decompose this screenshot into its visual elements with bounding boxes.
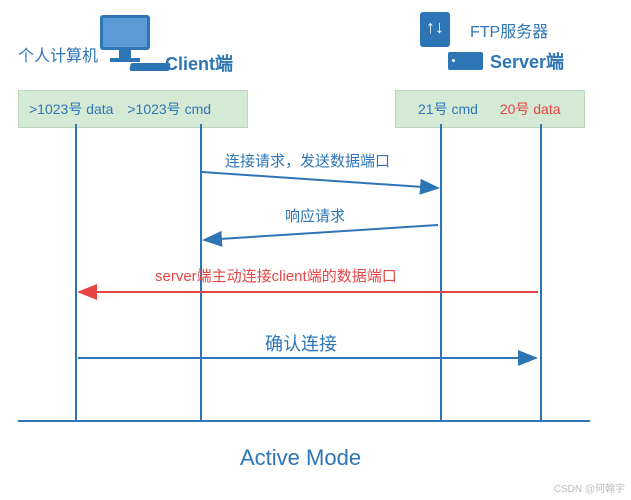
diagram-canvas: ↑↓ 个人计算机 Client端 FTP服务器 Server端 >1023号 d… — [0, 0, 631, 500]
arrow-layer — [0, 0, 631, 500]
client-cmd-port: >1023号 cmd — [127, 101, 211, 117]
client-data-port: >1023号 data — [29, 101, 113, 117]
msg-confirm-connect: 确认连接 — [265, 330, 337, 356]
watermark: CSDN @何翰宇 — [554, 480, 625, 495]
client-port-box: >1023号 data >1023号 cmd — [18, 90, 248, 128]
msg-response: 响应请求 — [285, 205, 345, 226]
msg-connect-request: 连接请求，发送数据端口 — [225, 150, 390, 171]
lifeline-client-data — [75, 124, 77, 420]
pc-label-cn: 个人计算机 — [18, 42, 98, 66]
lifeline-server-cmd — [440, 124, 442, 420]
ftp-label-cn: FTP服务器 — [470, 18, 548, 42]
caption: Active Mode — [240, 445, 361, 471]
server-data-port: 20号 data — [500, 101, 561, 117]
msg-server-active-connect: server端主动连接client端的数据端口 — [155, 265, 397, 286]
server-label: Server端 — [490, 48, 564, 74]
client-label: Client端 — [165, 50, 233, 76]
baseline — [18, 420, 590, 422]
lifeline-server-data — [540, 124, 542, 420]
server-cmd-port: 21号 cmd — [418, 101, 478, 117]
pc-icon — [100, 15, 150, 62]
server-port-box: 21号 cmd 20号 data — [395, 90, 585, 128]
